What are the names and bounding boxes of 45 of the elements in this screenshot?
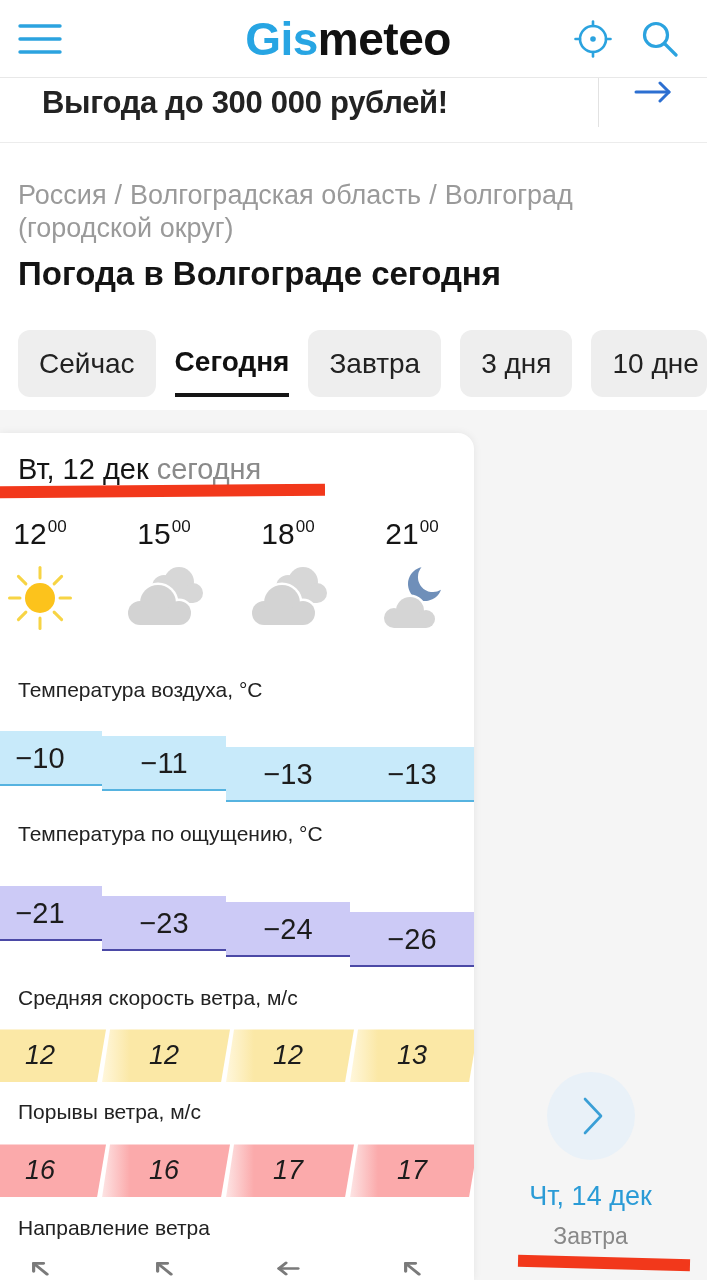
row-label: Порывы ветра, м/с: [18, 1099, 201, 1126]
breadcrumb-separator: /: [429, 179, 437, 212]
search-icon[interactable]: [642, 20, 678, 57]
promo-text[interactable]: Выгода до 300 000 рублей!: [42, 85, 448, 121]
breadcrumb-note: (городской округ): [18, 212, 234, 245]
wind-speed-cell: 13: [350, 1029, 474, 1083]
tab[interactable]: Сейчас: [18, 330, 156, 397]
next-day-note: Завтра: [553, 1222, 628, 1250]
row-label: Температура по ощущению, °C: [18, 820, 323, 847]
time-label: 15$^{00}$: [137, 517, 191, 551]
time-label: 21$^{00}$: [385, 517, 439, 551]
page-title: Погода в Волгограде сегодня: [18, 255, 502, 293]
wind-speed-cell: 12: [226, 1029, 354, 1083]
wind-gust-cell: 16: [102, 1144, 230, 1198]
feels-like-bar: −24: [226, 901, 350, 957]
temperature-bar: −13: [226, 746, 350, 802]
wind-speed-cell: 12: [102, 1029, 230, 1083]
wind-gust-cell: 17: [226, 1144, 354, 1198]
tab[interactable]: Завтра: [308, 330, 442, 397]
time-label: 12$^{00}$: [13, 517, 67, 551]
wind-gust-cell: 16: [0, 1144, 106, 1198]
date-label: Вт, 12 дек: [18, 453, 149, 485]
tab[interactable]: 10 дне: [591, 330, 707, 397]
tab[interactable]: 3 дня: [460, 330, 573, 397]
crosshair-icon[interactable]: [574, 19, 612, 58]
wind-gust-cell: 17: [350, 1144, 474, 1198]
logo[interactable]: Gismeteo: [245, 12, 451, 65]
feels-like-bar: −23: [102, 896, 226, 952]
arrow-right-icon[interactable]: [634, 81, 672, 103]
row-label: Температура воздуха, °C: [18, 677, 263, 703]
time-label: 18$^{00}$: [261, 517, 315, 551]
feels-like-bar: −26: [350, 912, 474, 968]
sun-icon: [7, 565, 73, 631]
breadcrumb-separator: /: [114, 179, 123, 212]
date-note: сегодня: [156, 453, 262, 485]
chevron-right-icon: [582, 1097, 603, 1135]
row-label: Средняя скорость ветра, м/с: [18, 985, 298, 1012]
row-label: Направление ветра: [18, 1215, 210, 1242]
feels-like-bar: −21: [0, 885, 102, 941]
temperature-bar: −10: [0, 731, 102, 786]
tab[interactable]: Сегодня: [174, 330, 290, 397]
temperature-bar: −11: [102, 736, 226, 792]
wind-speed-cell: 12: [0, 1029, 106, 1083]
menu-icon[interactable]: [18, 23, 62, 54]
temperature-bar: −13: [350, 746, 474, 802]
